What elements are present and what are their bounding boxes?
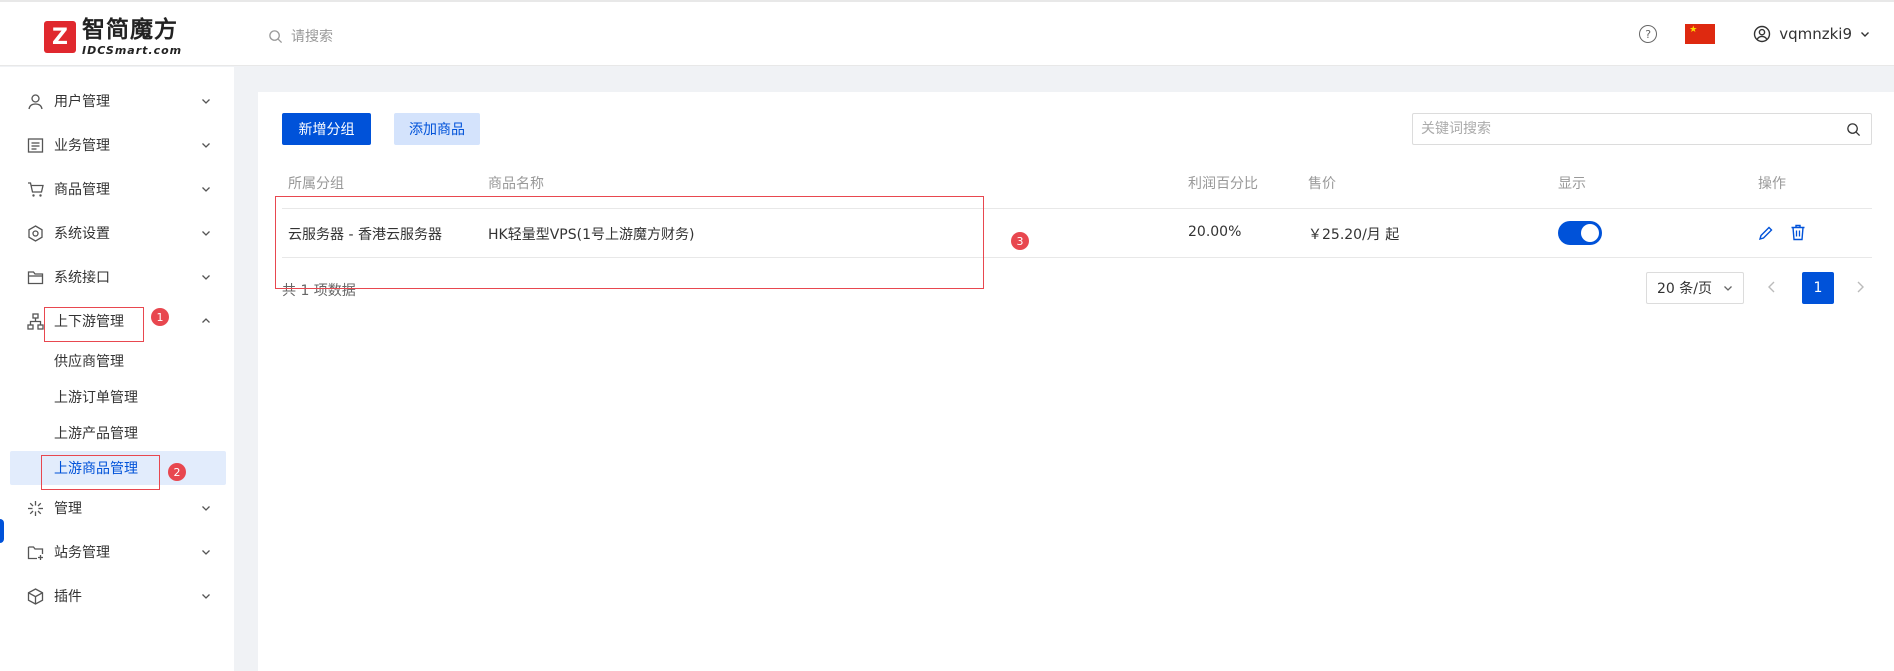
sidebar-item-label: 商品管理 (54, 182, 110, 198)
cart-icon (28, 182, 44, 197)
chevron-down-icon (202, 594, 210, 599)
column-header-show: 显示 (1558, 176, 1586, 192)
sidebar-item-label: 系统接口 (54, 270, 110, 286)
sidebar-subitem-upstream-orders[interactable]: 上游订单管理 (0, 380, 234, 414)
top-bar: Z 智简魔方 IDCSmart.com 请搜索 ? ★ vqmnzki9 (0, 0, 1894, 66)
sidebar-item-label: 用户管理 (54, 94, 110, 110)
username: vqmnzki9 (1779, 25, 1852, 43)
user-circle-icon (1754, 25, 1771, 43)
search-icon[interactable] (1846, 122, 1861, 137)
global-search[interactable]: 请搜索 (268, 26, 333, 46)
sidebar-item-label: 站务管理 (54, 545, 110, 561)
annotation-box-3 (275, 196, 984, 289)
sidebar-item-system-interface[interactable]: 系统接口 (0, 257, 234, 297)
chevron-left-icon[interactable] (1766, 280, 1778, 294)
sidebar-subitem-label: 上游产品管理 (54, 426, 138, 442)
keyword-search-input[interactable] (1413, 114, 1833, 144)
sidebar-subitem-label: 供应商管理 (54, 354, 124, 370)
sidebar-item-business[interactable]: 业务管理 (0, 125, 234, 165)
chevron-down-icon (202, 506, 210, 511)
sidebar-item-users[interactable]: 用户管理 (0, 81, 234, 121)
sidebar-item-plugins[interactable]: 插件 (0, 576, 234, 616)
sparkle-icon (28, 501, 43, 516)
help-icon[interactable]: ? (1639, 25, 1658, 43)
sidebar-subitem-upstream-products[interactable]: 上游产品管理 (0, 416, 234, 450)
sidebar-subitem-suppliers[interactable]: 供应商管理 (0, 344, 234, 378)
sidebar-subitem-label: 上游订单管理 (54, 390, 138, 406)
chevron-down-icon (202, 99, 210, 104)
logo-mark: Z (44, 21, 76, 53)
main-content: 新增分组 添加商品 所属分组 商品名称 利润百分比 售价 显示 操作 云服务器 … (258, 92, 1894, 671)
annotation-badge-1: 1 (151, 308, 169, 326)
show-toggle[interactable] (1558, 221, 1602, 245)
logo-name-en: IDCSmart.com (82, 43, 183, 57)
page-number-current[interactable]: 1 (1802, 272, 1834, 304)
annotation-box-2 (41, 455, 160, 490)
page-size-value: 20 条/页 (1657, 281, 1712, 297)
keyword-search (1412, 113, 1872, 145)
chevron-down-icon (202, 231, 210, 236)
column-header-actions: 操作 (1758, 176, 1786, 192)
sidebar-item-label: 管理 (54, 501, 82, 517)
global-search-placeholder: 请搜索 (291, 29, 333, 45)
edit-icon[interactable] (1758, 225, 1774, 241)
user-icon (28, 94, 43, 110)
sidebar-item-label: 业务管理 (54, 138, 110, 154)
cube-icon (27, 588, 44, 605)
chevron-down-icon (202, 143, 210, 148)
settings-icon (28, 225, 43, 242)
add-product-button[interactable]: 添加商品 (394, 113, 480, 145)
sidebar-item-site-affairs[interactable]: 站务管理 (0, 532, 234, 572)
network-icon (27, 313, 44, 330)
column-header-group: 所属分组 (288, 176, 344, 192)
annotation-badge-2: 2 (168, 463, 186, 481)
china-flag-icon[interactable]: ★ (1685, 24, 1716, 44)
delete-icon[interactable] (1790, 224, 1806, 241)
sidebar-item-label: 插件 (54, 589, 82, 605)
cell-price: ￥25.20/月 起 (1308, 227, 1400, 243)
column-header-profit: 利润百分比 (1188, 176, 1258, 192)
chevron-down-icon (202, 275, 210, 280)
chevron-down-icon (1861, 32, 1869, 37)
sidebar-item-manage[interactable]: 管理 (0, 488, 234, 528)
cell-profit: 20.00% (1188, 224, 1242, 240)
chevron-right-icon[interactable] (1854, 280, 1866, 294)
user-menu[interactable]: vqmnzki9 (1753, 25, 1878, 43)
add-group-button[interactable]: 新增分组 (282, 113, 371, 145)
business-icon (27, 138, 44, 153)
folder-plus-icon (27, 546, 44, 560)
search-icon (269, 29, 283, 43)
logo[interactable]: Z 智简魔方 IDCSmart.com (44, 18, 182, 56)
sidebar-item-label: 系统设置 (54, 226, 110, 242)
sidebar-item-products[interactable]: 商品管理 (0, 169, 234, 209)
chevron-down-icon (202, 550, 210, 555)
chevron-up-icon (202, 318, 210, 323)
chevron-down-icon (1724, 286, 1732, 291)
folder-icon (27, 271, 44, 285)
sidebar-item-system-settings[interactable]: 系统设置 (0, 213, 234, 253)
page-size-select[interactable]: 20 条/页 (1646, 272, 1744, 304)
logo-name-cn: 智简魔方 (82, 16, 178, 43)
chevron-down-icon (202, 187, 210, 192)
toggle-knob (1581, 224, 1599, 242)
column-header-price: 售价 (1308, 176, 1336, 192)
sidebar: 用户管理 业务管理 商品管理 系统设置 系统接口 上下游管理 供应商管理 上游订… (0, 67, 234, 671)
column-header-name: 商品名称 (488, 176, 544, 192)
annotation-badge-3: 3 (1011, 232, 1029, 250)
annotation-box-1 (44, 307, 144, 342)
